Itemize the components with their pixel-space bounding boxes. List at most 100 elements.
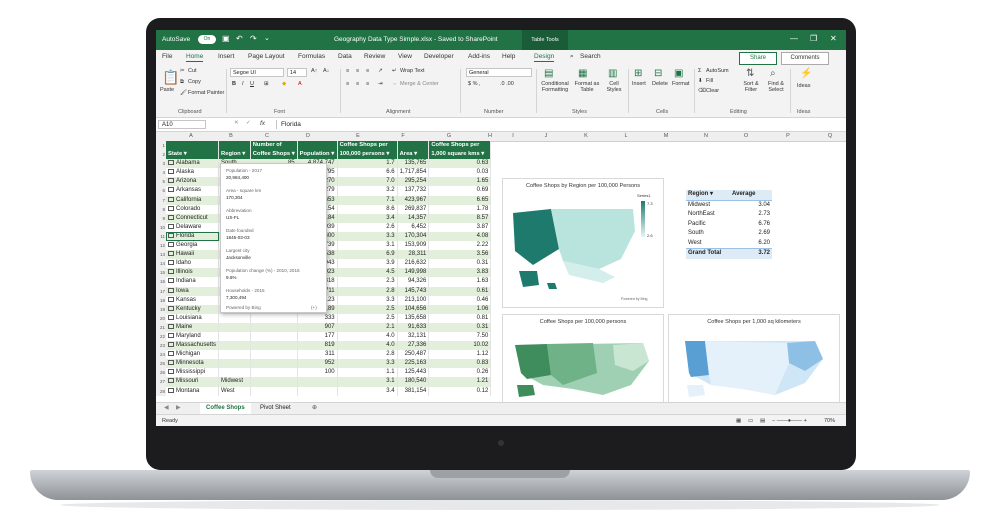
row-header[interactable]: 18 <box>156 296 166 305</box>
cell-styles-icon[interactable]: ▥ <box>608 68 617 79</box>
geography-type-icon[interactable] <box>168 323 174 329</box>
table-cell[interactable]: 819 <box>297 341 338 351</box>
table-cell[interactable]: Kentucky <box>166 304 220 314</box>
format-cells-button[interactable]: Format <box>672 81 689 87</box>
table-cell[interactable] <box>218 313 251 323</box>
table-cell[interactable]: 135,765 <box>397 159 430 169</box>
table-cell[interactable]: 7.1 <box>337 195 398 205</box>
table-cell[interactable]: 153,909 <box>397 241 430 251</box>
row-header[interactable]: 27 <box>156 377 166 386</box>
table-cell[interactable]: 6,452 <box>397 222 430 232</box>
fill-button[interactable]: Fill <box>706 78 713 84</box>
align-middle-icon[interactable]: ≡ <box>356 68 359 74</box>
row-header[interactable]: 26 <box>156 368 166 377</box>
table-cell[interactable] <box>218 331 251 342</box>
geography-type-icon[interactable] <box>168 196 174 202</box>
document-title[interactable]: Geography Data Type Simple.xlsx - Saved … <box>334 36 498 43</box>
table-cell[interactable]: Missouri <box>166 377 220 387</box>
table-cell[interactable] <box>250 331 298 342</box>
sort-filter-button[interactable]: Sort & Filter <box>740 81 762 93</box>
table-cell[interactable] <box>250 341 298 351</box>
close-button[interactable]: ✕ <box>830 34 837 43</box>
geography-type-icon[interactable] <box>168 214 174 220</box>
font-color-icon[interactable]: A <box>298 81 302 87</box>
tab-insert[interactable]: Insert <box>218 53 234 60</box>
table-cell[interactable]: 216,632 <box>397 259 430 269</box>
undo-icon[interactable]: ↶ <box>236 34 243 43</box>
table-row[interactable]: Montana West 3.4 381,154 0.12 <box>166 386 492 396</box>
table-cell[interactable] <box>218 350 251 360</box>
table-cell[interactable]: Arkansas <box>166 186 220 196</box>
merge-center-button[interactable]: Merge & Center <box>400 81 439 87</box>
tab-formulas[interactable]: Formulas <box>298 53 325 60</box>
row-header[interactable]: 5 <box>156 177 166 186</box>
table-cell[interactable]: 250,487 <box>397 350 430 360</box>
autosum-button[interactable]: AutoSum <box>706 68 729 74</box>
table-cell[interactable]: 2.8 <box>337 350 398 360</box>
table-row[interactable]: Mississippi 100 1.1 125,443 0.26 <box>166 368 492 378</box>
clear-icon[interactable]: ⌫ <box>698 88 706 94</box>
table-cell[interactable]: 3.3 <box>337 295 398 305</box>
table-cell[interactable]: 1.63 <box>428 277 492 287</box>
save-icon[interactable]: ▣ <box>222 34 230 43</box>
table-cell[interactable]: 4.5 <box>337 268 398 278</box>
row-header[interactable]: 12 <box>156 241 166 250</box>
geography-type-icon[interactable] <box>168 242 174 248</box>
format-as-table-button[interactable]: Format as Table <box>572 81 602 93</box>
table-row[interactable]: ArkansasSouth953,004,2793.2137,7320.69 <box>166 186 492 196</box>
table-cell[interactable]: 177 <box>297 331 338 342</box>
table-cell[interactable]: 2.5 <box>337 304 398 314</box>
pivot-table[interactable]: Region ▾ Average Midwest 3.04 NorthEast 2.73 P… <box>686 190 772 259</box>
wrap-text-button[interactable]: Wrap Text <box>400 68 425 74</box>
conditional-formatting-button[interactable]: Conditional Formatting <box>538 81 572 93</box>
row-header[interactable]: 25 <box>156 359 166 368</box>
align-left-icon[interactable]: ≡ <box>346 81 349 87</box>
find-select-button[interactable]: Find & Select <box>764 81 788 93</box>
row-header[interactable]: 17 <box>156 287 166 296</box>
pivot-header-cell[interactable]: Average <box>730 190 772 201</box>
pivot-row[interactable]: NorthEast 2.73 <box>686 210 772 220</box>
column-header[interactable]: H <box>480 133 500 139</box>
table-row[interactable]: Georgia 739 3.1 153,909 2.22 <box>166 241 492 251</box>
clear-button[interactable]: Clear <box>706 88 719 94</box>
pivot-cell[interactable]: Midwest <box>686 200 730 210</box>
indent-icon[interactable]: ⇥ <box>378 81 383 87</box>
tab-file[interactable]: File <box>162 53 172 60</box>
row-header[interactable]: 19 <box>156 305 166 314</box>
pivot-cell[interactable]: 3.04 <box>730 200 772 210</box>
geography-type-icon[interactable] <box>168 351 174 357</box>
filter-dropdown-icon[interactable]: ▾ <box>708 191 713 197</box>
table-cell[interactable]: 3.83 <box>428 268 492 278</box>
table-cell[interactable]: 1.06 <box>428 304 492 314</box>
table-cell[interactable]: 0.69 <box>428 186 492 196</box>
table-header-cell[interactable]: 100,000 persons ▾ <box>337 150 398 160</box>
table-cell[interactable]: 0.31 <box>428 322 492 332</box>
column-header[interactable]: N <box>686 133 726 139</box>
chart-region-map[interactable]: Coffee Shops by Region per 100,000 Perso… <box>502 178 664 308</box>
column-header[interactable]: E <box>328 133 388 139</box>
table-cell[interactable]: Indiana <box>166 277 220 287</box>
geography-type-icon[interactable] <box>168 296 174 302</box>
table-cell[interactable]: 3.1 <box>337 377 398 387</box>
table-cell[interactable]: 4.0 <box>337 341 398 351</box>
table-cell[interactable]: Georgia <box>166 241 220 251</box>
table-cell[interactable]: Hawaii <box>166 250 220 260</box>
table-cell[interactable]: 0.83 <box>428 359 492 369</box>
customize-toolbar-icon[interactable]: ⌄ <box>264 34 270 42</box>
table-cell[interactable]: 7.50 <box>428 331 492 342</box>
tab-review[interactable]: Review <box>364 53 385 60</box>
table-cell[interactable]: Florida <box>166 231 220 242</box>
font-size-select[interactable]: 14 <box>287 68 307 77</box>
table-row[interactable]: AlaskaPacific49739,7956.61,717,8540.03 <box>166 168 492 178</box>
table-cell[interactable] <box>218 341 251 351</box>
table-cell[interactable] <box>250 350 298 360</box>
filter-dropdown-icon[interactable]: ▾ <box>385 151 389 157</box>
table-cell[interactable]: 269,837 <box>397 204 430 214</box>
table-cell[interactable]: Arizona <box>166 177 220 187</box>
table-cell[interactable]: 27,336 <box>397 341 430 351</box>
minimize-button[interactable]: — <box>790 34 798 43</box>
geography-type-icon[interactable] <box>168 387 174 393</box>
sort-filter-icon[interactable]: ⇅ <box>746 68 754 79</box>
filter-dropdown-icon[interactable]: ▾ <box>241 151 245 157</box>
table-cell[interactable]: 3.3 <box>337 231 398 242</box>
